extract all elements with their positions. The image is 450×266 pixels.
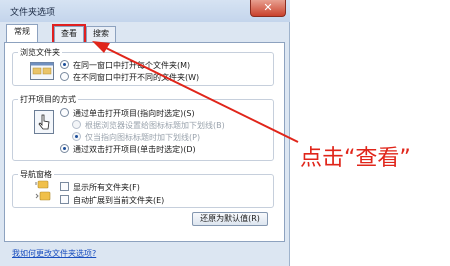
annotation-arrow: [92, 41, 299, 143]
annotation-text: 点击“查看”: [300, 146, 411, 171]
